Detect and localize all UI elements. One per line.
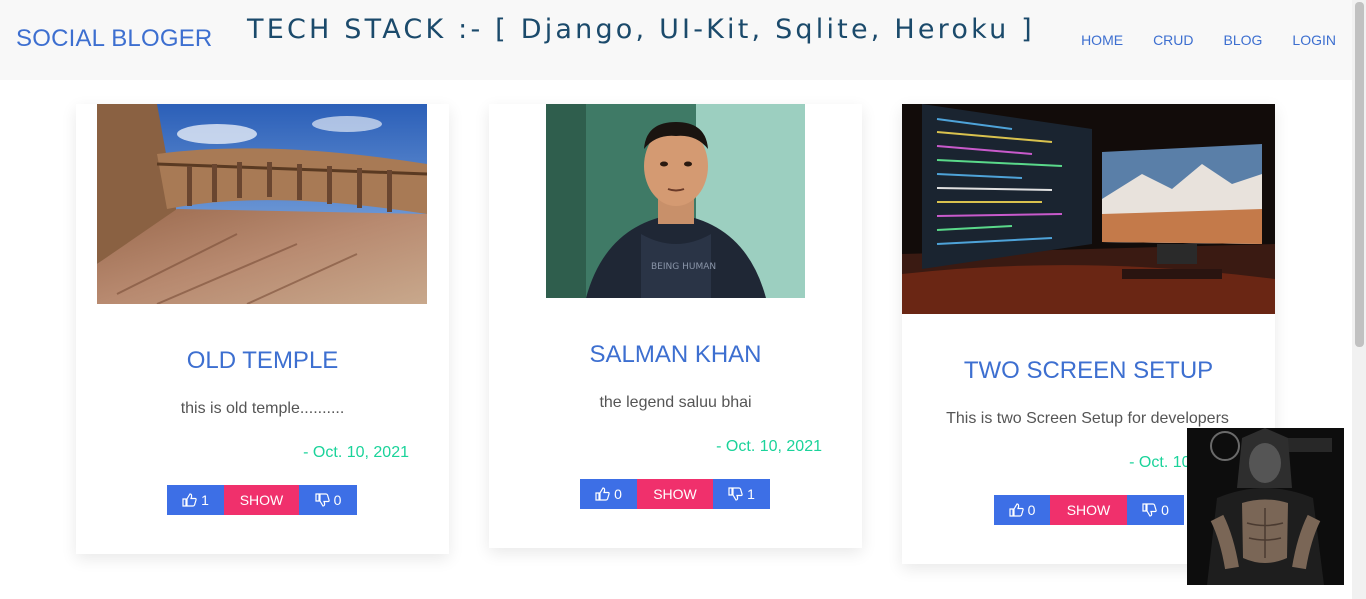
like-count: 0 — [1027, 502, 1036, 518]
nav-links: HOME CRUD BLOG LOGIN — [1081, 32, 1336, 48]
tech-stack-title: TECH STACK :- [ Django, UI-Kit, Sqlite, … — [247, 14, 1035, 45]
post-title: OLD TEMPLE — [186, 347, 339, 374]
nav-crud-link[interactable]: CRUD — [1153, 32, 1193, 48]
like-count: 0 — [614, 486, 622, 502]
nav-login-link[interactable]: LOGIN — [1292, 32, 1336, 48]
like-button[interactable]: 0 — [580, 479, 637, 509]
post-card: BEING HUMAN SALMAN KHAN the legend saluu… — [489, 104, 862, 548]
post-excerpt: This is two Screen Setup for developers — [946, 410, 1229, 427]
dislike-count: 0 — [1161, 502, 1169, 518]
dislike-button[interactable]: 1 — [713, 479, 770, 509]
post-actions: 0 SHOW 1 — [580, 479, 770, 509]
thumbs-down-icon — [314, 493, 330, 507]
like-count: 1 — [201, 492, 209, 508]
post-image-setup — [902, 104, 1275, 314]
show-button[interactable]: SHOW — [637, 479, 713, 509]
post-title: TWO SCREEN SETUP — [963, 357, 1214, 384]
floating-avatar-image[interactable] — [1187, 428, 1344, 585]
thumbs-up-icon — [1008, 503, 1024, 517]
thumbs-up-icon — [595, 487, 610, 501]
svg-text:BEING HUMAN: BEING HUMAN — [651, 262, 716, 272]
post-card: OLD TEMPLE this is old temple.......... … — [76, 104, 449, 554]
post-image-temple — [97, 104, 427, 304]
dislike-button[interactable]: 0 — [299, 485, 357, 515]
show-button[interactable]: SHOW — [1050, 495, 1127, 525]
post-excerpt: this is old temple.......... — [180, 400, 345, 417]
dislike-count: 1 — [747, 486, 755, 502]
show-button[interactable]: SHOW — [224, 485, 299, 515]
scrollbar-thumb[interactable] — [1355, 2, 1364, 347]
thumbs-down-icon — [1142, 503, 1157, 517]
post-date: - Oct. 10, 2021 — [716, 438, 822, 455]
post-date: - Oct. 10, 2021 — [303, 444, 409, 461]
brand-logo[interactable]: SOCIAL BLOGER — [16, 25, 212, 53]
nav-blog-link[interactable]: BLOG — [1224, 32, 1263, 48]
thumbs-up-icon — [182, 493, 197, 507]
post-excerpt: the legend saluu bhai — [599, 394, 752, 411]
post-actions: 1 SHOW 0 — [167, 485, 357, 515]
like-button[interactable]: 0 — [994, 495, 1050, 525]
post-actions: 0 SHOW 0 — [994, 495, 1184, 525]
thumbs-down-icon — [728, 487, 743, 501]
page-scrollbar[interactable] — [1352, 0, 1366, 599]
dislike-button[interactable]: 0 — [1127, 495, 1184, 525]
navbar: SOCIAL BLOGER TECH STACK :- [ Django, UI… — [0, 0, 1352, 80]
post-title: SALMAN KHAN — [589, 341, 762, 368]
dislike-count: 0 — [333, 492, 342, 508]
nav-home-link[interactable]: HOME — [1081, 32, 1123, 48]
post-image-portrait: BEING HUMAN — [546, 104, 805, 298]
like-button[interactable]: 1 — [167, 485, 224, 515]
